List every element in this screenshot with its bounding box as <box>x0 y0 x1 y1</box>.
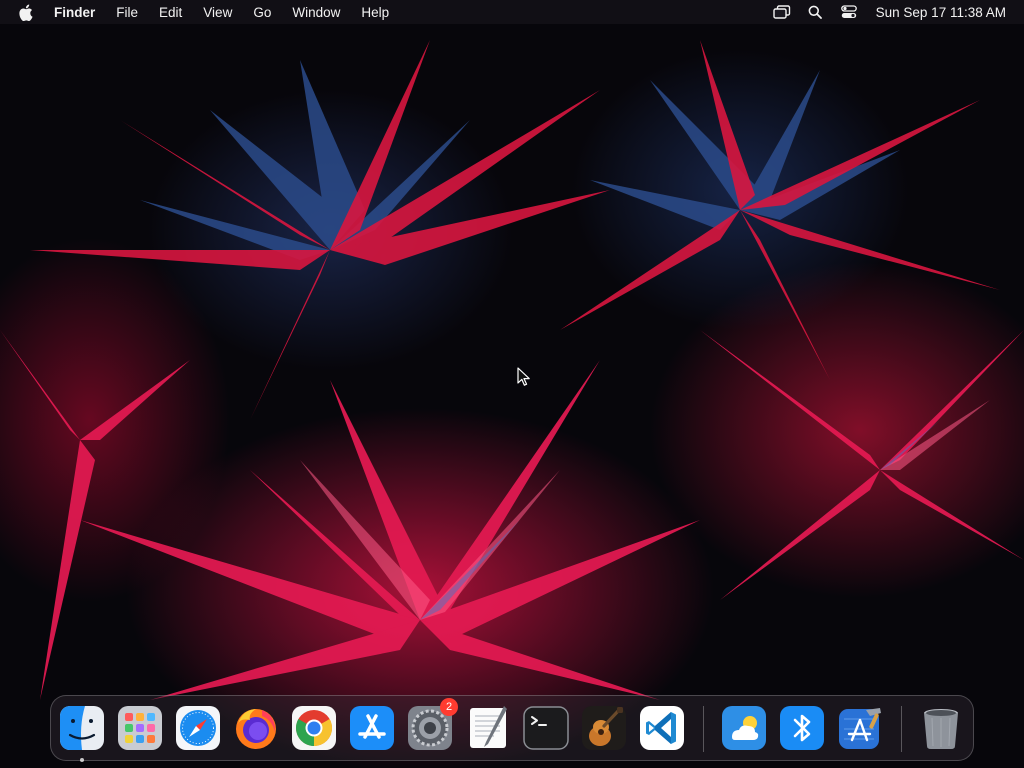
menu-file[interactable]: File <box>116 5 138 20</box>
chrome-icon <box>292 706 336 750</box>
dock-app-store[interactable] <box>348 704 396 752</box>
menu-window[interactable]: Window <box>292 5 340 20</box>
spotlight-search-icon[interactable] <box>804 0 826 24</box>
dock: 2 <box>50 695 974 762</box>
apple-menu-icon[interactable] <box>18 0 34 24</box>
dock-system-settings[interactable]: 2 <box>406 698 458 752</box>
firefox-icon <box>236 709 276 749</box>
terminal-icon <box>523 706 569 750</box>
menu-view[interactable]: View <box>203 5 232 20</box>
app-store-icon <box>350 706 394 750</box>
textedit-icon <box>470 706 507 748</box>
dock-separator <box>703 706 704 752</box>
desktop[interactable]: Finder File Edit View Go Window Help Sun… <box>0 0 1024 768</box>
dock-bluetooth[interactable] <box>778 704 826 752</box>
dock-garageband[interactable] <box>580 704 628 752</box>
screen-mirroring-icon[interactable] <box>770 0 794 24</box>
menu-bar-clock[interactable]: Sun Sep 17 11:38 AM <box>876 5 1006 20</box>
dock-finder[interactable] <box>58 704 106 762</box>
bluetooth-icon <box>780 706 824 750</box>
desktop-wallpaper <box>0 40 1024 700</box>
menu-edit[interactable]: Edit <box>159 5 182 20</box>
trash-icon <box>924 709 958 749</box>
finder-icon <box>60 706 104 750</box>
menu-bar: Finder File Edit View Go Window Help Sun… <box>0 0 1024 24</box>
dock-launchpad[interactable] <box>116 704 164 752</box>
notification-badge: 2 <box>440 698 458 716</box>
running-indicator <box>80 758 84 762</box>
dock-vscode[interactable] <box>638 704 686 752</box>
control-center-icon[interactable] <box>838 0 860 24</box>
weather-icon <box>722 706 766 750</box>
menu-help[interactable]: Help <box>361 5 389 20</box>
dock-chrome[interactable] <box>290 704 338 752</box>
menu-app-name[interactable]: Finder <box>54 5 95 20</box>
dock-safari[interactable] <box>174 704 222 752</box>
dock-separator <box>901 706 902 752</box>
dock-xcode[interactable] <box>836 704 884 752</box>
dock-trash[interactable] <box>917 704 965 752</box>
mouse-pointer-icon <box>517 367 530 386</box>
menu-go[interactable]: Go <box>253 5 271 20</box>
launchpad-icon <box>118 706 162 750</box>
xcode-icon <box>839 708 881 749</box>
vscode-icon <box>640 706 684 750</box>
dock-firefox[interactable] <box>232 704 280 752</box>
dock-textedit[interactable] <box>464 704 512 752</box>
dock-weather[interactable] <box>720 704 768 752</box>
dock-terminal[interactable] <box>522 704 570 752</box>
garageband-icon <box>582 706 626 750</box>
safari-icon <box>176 706 220 750</box>
